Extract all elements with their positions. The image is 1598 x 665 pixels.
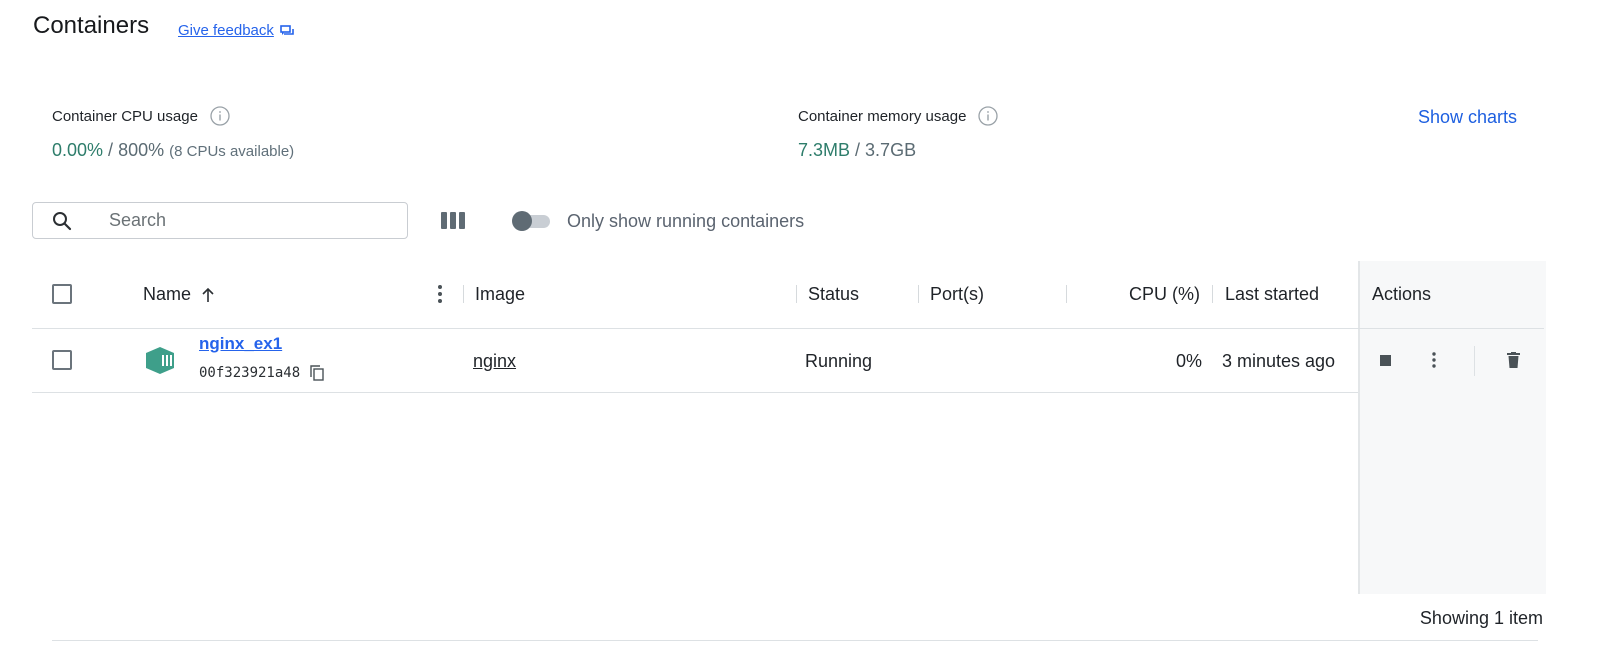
- image-link[interactable]: nginx: [473, 351, 516, 372]
- feedback-icon: [280, 24, 294, 35]
- container-id-group: 00f323921a48: [199, 365, 324, 381]
- row-divider: [32, 392, 1358, 393]
- info-icon[interactable]: [210, 106, 230, 126]
- column-header-ports[interactable]: Port(s): [930, 284, 984, 305]
- cpu-note: (8 CPUs available): [169, 143, 295, 160]
- memory-used: 7.3MB: [798, 140, 851, 160]
- actions-panel: [1358, 261, 1546, 594]
- memory-usage-value: 7.3MB / 3.7GB: [798, 140, 916, 161]
- footer-divider: [52, 640, 1538, 641]
- container-id: 00f323921a48: [199, 365, 301, 381]
- cpu-percent-text: 0%: [1175, 351, 1202, 371]
- info-icon[interactable]: [978, 106, 999, 126]
- cpu-usage-value: 0.00% / 800% (8 CPUs available): [52, 140, 294, 161]
- memory-usage-label-group: Container memory usage: [798, 106, 999, 126]
- last-started-text: 3 minutes ago: [1222, 351, 1336, 371]
- column-header-image[interactable]: Image: [475, 284, 525, 305]
- sort-ascending-icon[interactable]: [201, 287, 215, 303]
- cpu-usage-label: Container CPU usage: [52, 107, 198, 125]
- toggle-knob: [512, 211, 532, 231]
- show-charts-button[interactable]: Show charts: [1418, 107, 1517, 128]
- stop-icon[interactable]: [1380, 355, 1391, 366]
- items-count: Showing 1 item: [1419, 608, 1543, 628]
- memory-separator: /: [850, 140, 866, 160]
- more-actions-icon[interactable]: [1431, 352, 1437, 368]
- row-select-checkbox[interactable]: [52, 350, 72, 370]
- delete-icon[interactable]: [1507, 352, 1520, 368]
- search-icon: [53, 211, 72, 230]
- column-header-status[interactable]: Status: [808, 284, 859, 305]
- memory-usage-label: Container memory usage: [798, 107, 967, 125]
- column-separator: [1212, 285, 1213, 303]
- header-divider: [32, 328, 1544, 329]
- column-name-label: Name: [143, 284, 192, 304]
- running-only-label: Only show running containers: [567, 211, 805, 231]
- cpu-separator: /: [103, 140, 119, 160]
- copy-icon[interactable]: [310, 365, 324, 381]
- column-header-name[interactable]: Name: [143, 284, 215, 305]
- column-header-actions: Actions: [1372, 284, 1432, 304]
- cpu-used: 0.00%: [52, 140, 104, 160]
- column-separator: [918, 285, 919, 303]
- give-feedback-label: Give feedback: [178, 22, 274, 39]
- search-input[interactable]: [107, 209, 371, 232]
- column-header-last-started[interactable]: Last started: [1225, 284, 1319, 305]
- column-separator: [463, 285, 464, 303]
- cpu-total: 800%: [118, 140, 165, 160]
- container-icon: [146, 347, 174, 374]
- select-all-checkbox[interactable]: [52, 284, 72, 304]
- column-separator: [796, 285, 797, 303]
- status-text: Running: [805, 351, 873, 371]
- container-name-link[interactable]: nginx_ex1: [199, 334, 282, 354]
- cpu-usage-label-group: Container CPU usage: [52, 106, 230, 126]
- search-box: [32, 202, 408, 239]
- column-menu-icon[interactable]: [437, 284, 443, 304]
- actions-divider: [1474, 346, 1475, 376]
- column-separator: [1066, 285, 1067, 303]
- column-header-cpu[interactable]: CPU (%): [1080, 284, 1200, 305]
- columns-icon[interactable]: [441, 211, 465, 231]
- memory-total: 3.7GB: [865, 140, 917, 160]
- give-feedback-link[interactable]: Give feedback: [178, 22, 294, 39]
- running-only-toggle[interactable]: [512, 211, 550, 231]
- page-title: Containers: [33, 12, 150, 39]
